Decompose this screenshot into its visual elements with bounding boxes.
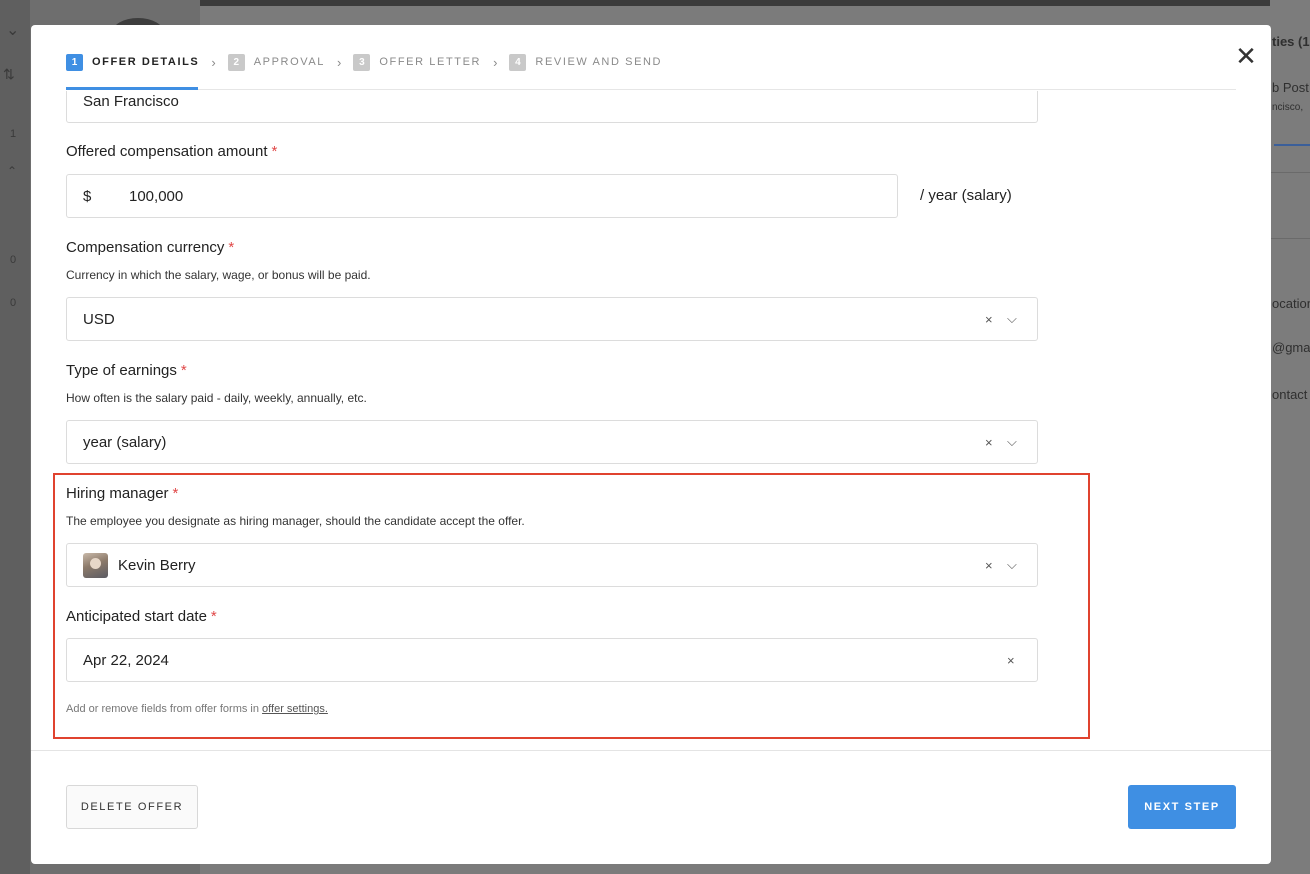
start-date-value: Apr 22, 2024 — [83, 651, 169, 669]
active-step-indicator — [66, 87, 198, 90]
step-number: 2 — [227, 53, 245, 71]
background-text: ncisco, — [1272, 102, 1304, 113]
offer-modal: 1 OFFER DETAILS › 2 APPROVAL › 3 OFFER L… — [31, 25, 1271, 864]
note-text: Add or remove fields from offer forms in — [66, 703, 263, 715]
currency-label-text: Compensation currency — [66, 239, 225, 256]
next-step-button[interactable]: NEXT STEP — [1128, 785, 1236, 829]
background-right-panel: ties (1 b Post ncisco, ocation @gmail on… — [1270, 0, 1310, 874]
earnings-help: How often is the salary paid - daily, we… — [66, 391, 367, 405]
earnings-label: Type of earnings * — [66, 362, 187, 379]
clear-icon[interactable]: × — [985, 298, 993, 340]
currency-label: Compensation currency * — [66, 239, 234, 256]
chevron-down-icon[interactable]: ⌵ — [1007, 298, 1017, 340]
clear-icon[interactable]: × — [985, 544, 993, 586]
step-number: 3 — [353, 53, 371, 71]
footer-divider — [31, 750, 1271, 751]
background-text: ocation — [1272, 296, 1310, 311]
chevron-right-icon: › — [211, 54, 216, 70]
start-date-input[interactable]: Apr 22, 2024 × — [66, 638, 1038, 682]
chevron-down-icon[interactable]: ⌵ — [1007, 421, 1017, 463]
step-label: APPROVAL — [253, 56, 326, 68]
currency-help: Currency in which the salary, wage, or b… — [66, 268, 371, 282]
background-count: 1 — [10, 128, 17, 140]
background-divider — [1270, 238, 1310, 239]
avatar — [83, 552, 108, 578]
step-number: 1 — [66, 53, 83, 71]
chevron-right-icon: › — [337, 54, 342, 70]
earnings-label-text: Type of earnings — [66, 362, 177, 379]
step-review-and-send[interactable]: 4 REVIEW AND SEND — [509, 53, 663, 71]
background-text: b Post — [1272, 80, 1309, 95]
hiring-manager-value: Kevin Berry — [118, 556, 196, 574]
clear-icon[interactable]: × — [1007, 639, 1015, 681]
step-offer-details[interactable]: 1 OFFER DETAILS — [66, 53, 200, 71]
step-offer-letter[interactable]: 3 OFFER LETTER — [353, 53, 482, 71]
compensation-amount-input[interactable]: $ 100,000 — [66, 174, 898, 218]
offer-settings-note: Add or remove fields from offer forms in… — [66, 703, 328, 715]
currency-symbol: $ — [83, 187, 92, 205]
start-date-label: Anticipated start date * — [66, 608, 217, 625]
chevron-right-icon: › — [493, 54, 498, 70]
required-mark: * — [172, 485, 179, 502]
required-mark: * — [180, 362, 187, 379]
location-value: San Francisco — [83, 92, 179, 110]
step-approval[interactable]: 2 APPROVAL — [227, 53, 326, 71]
chevron-up-icon: ⌃ — [7, 164, 18, 178]
hiring-manager-selection: Kevin Berry — [83, 544, 196, 586]
compensation-label: Offered compensation amount * — [66, 143, 277, 160]
stepper: 1 OFFER DETAILS › 2 APPROVAL › 3 OFFER L… — [66, 51, 662, 73]
chevron-down-icon: ⌄ — [6, 22, 20, 39]
chevron-down-icon[interactable]: ⌵ — [1007, 544, 1017, 586]
required-mark: * — [228, 239, 235, 256]
step-number: 4 — [509, 53, 527, 71]
compensation-suffix: / year (salary) — [920, 187, 1012, 204]
required-mark: * — [210, 608, 217, 625]
background-heading: ties (1 — [1272, 34, 1310, 49]
step-label: OFFER LETTER — [379, 56, 482, 68]
background-topbar — [200, 0, 1310, 6]
step-label: OFFER DETAILS — [92, 56, 200, 68]
hiring-manager-select[interactable]: Kevin Berry × ⌵ — [66, 543, 1038, 587]
step-label: REVIEW AND SEND — [535, 56, 663, 68]
start-date-label-text: Anticipated start date — [66, 608, 207, 625]
clear-icon[interactable]: × — [985, 421, 993, 463]
background-text: ontact — [1272, 387, 1308, 402]
earnings-select[interactable]: year (salary) × ⌵ — [66, 420, 1038, 464]
delete-offer-button[interactable]: DELETE OFFER — [66, 785, 198, 829]
offer-settings-link[interactable]: offer settings. — [262, 703, 328, 715]
highlight-frame — [53, 473, 1090, 739]
sort-icon: ⇅ — [3, 66, 15, 82]
hiring-manager-help: The employee you designate as hiring man… — [66, 514, 525, 528]
location-field[interactable]: San Francisco — [66, 91, 1038, 123]
background-count: 0 — [10, 297, 17, 309]
close-icon[interactable]: ✕ — [1234, 43, 1258, 69]
background-count: 0 — [10, 254, 17, 266]
offer-form: San Francisco Offered compensation amoun… — [31, 91, 1271, 750]
background-divider — [1270, 172, 1310, 173]
stepper-divider — [66, 89, 1236, 90]
hiring-manager-label: Hiring manager * — [66, 485, 178, 502]
currency-value: USD — [83, 310, 115, 328]
background-tab-underline — [1274, 144, 1310, 146]
hiring-manager-label-text: Hiring manager — [66, 485, 169, 502]
compensation-label-text: Offered compensation amount — [66, 143, 268, 160]
compensation-value: 100,000 — [129, 187, 184, 205]
required-mark: * — [271, 143, 278, 160]
currency-select[interactable]: USD × ⌵ — [66, 297, 1038, 341]
background-text: @gmail — [1272, 340, 1310, 355]
earnings-value: year (salary) — [83, 433, 167, 451]
